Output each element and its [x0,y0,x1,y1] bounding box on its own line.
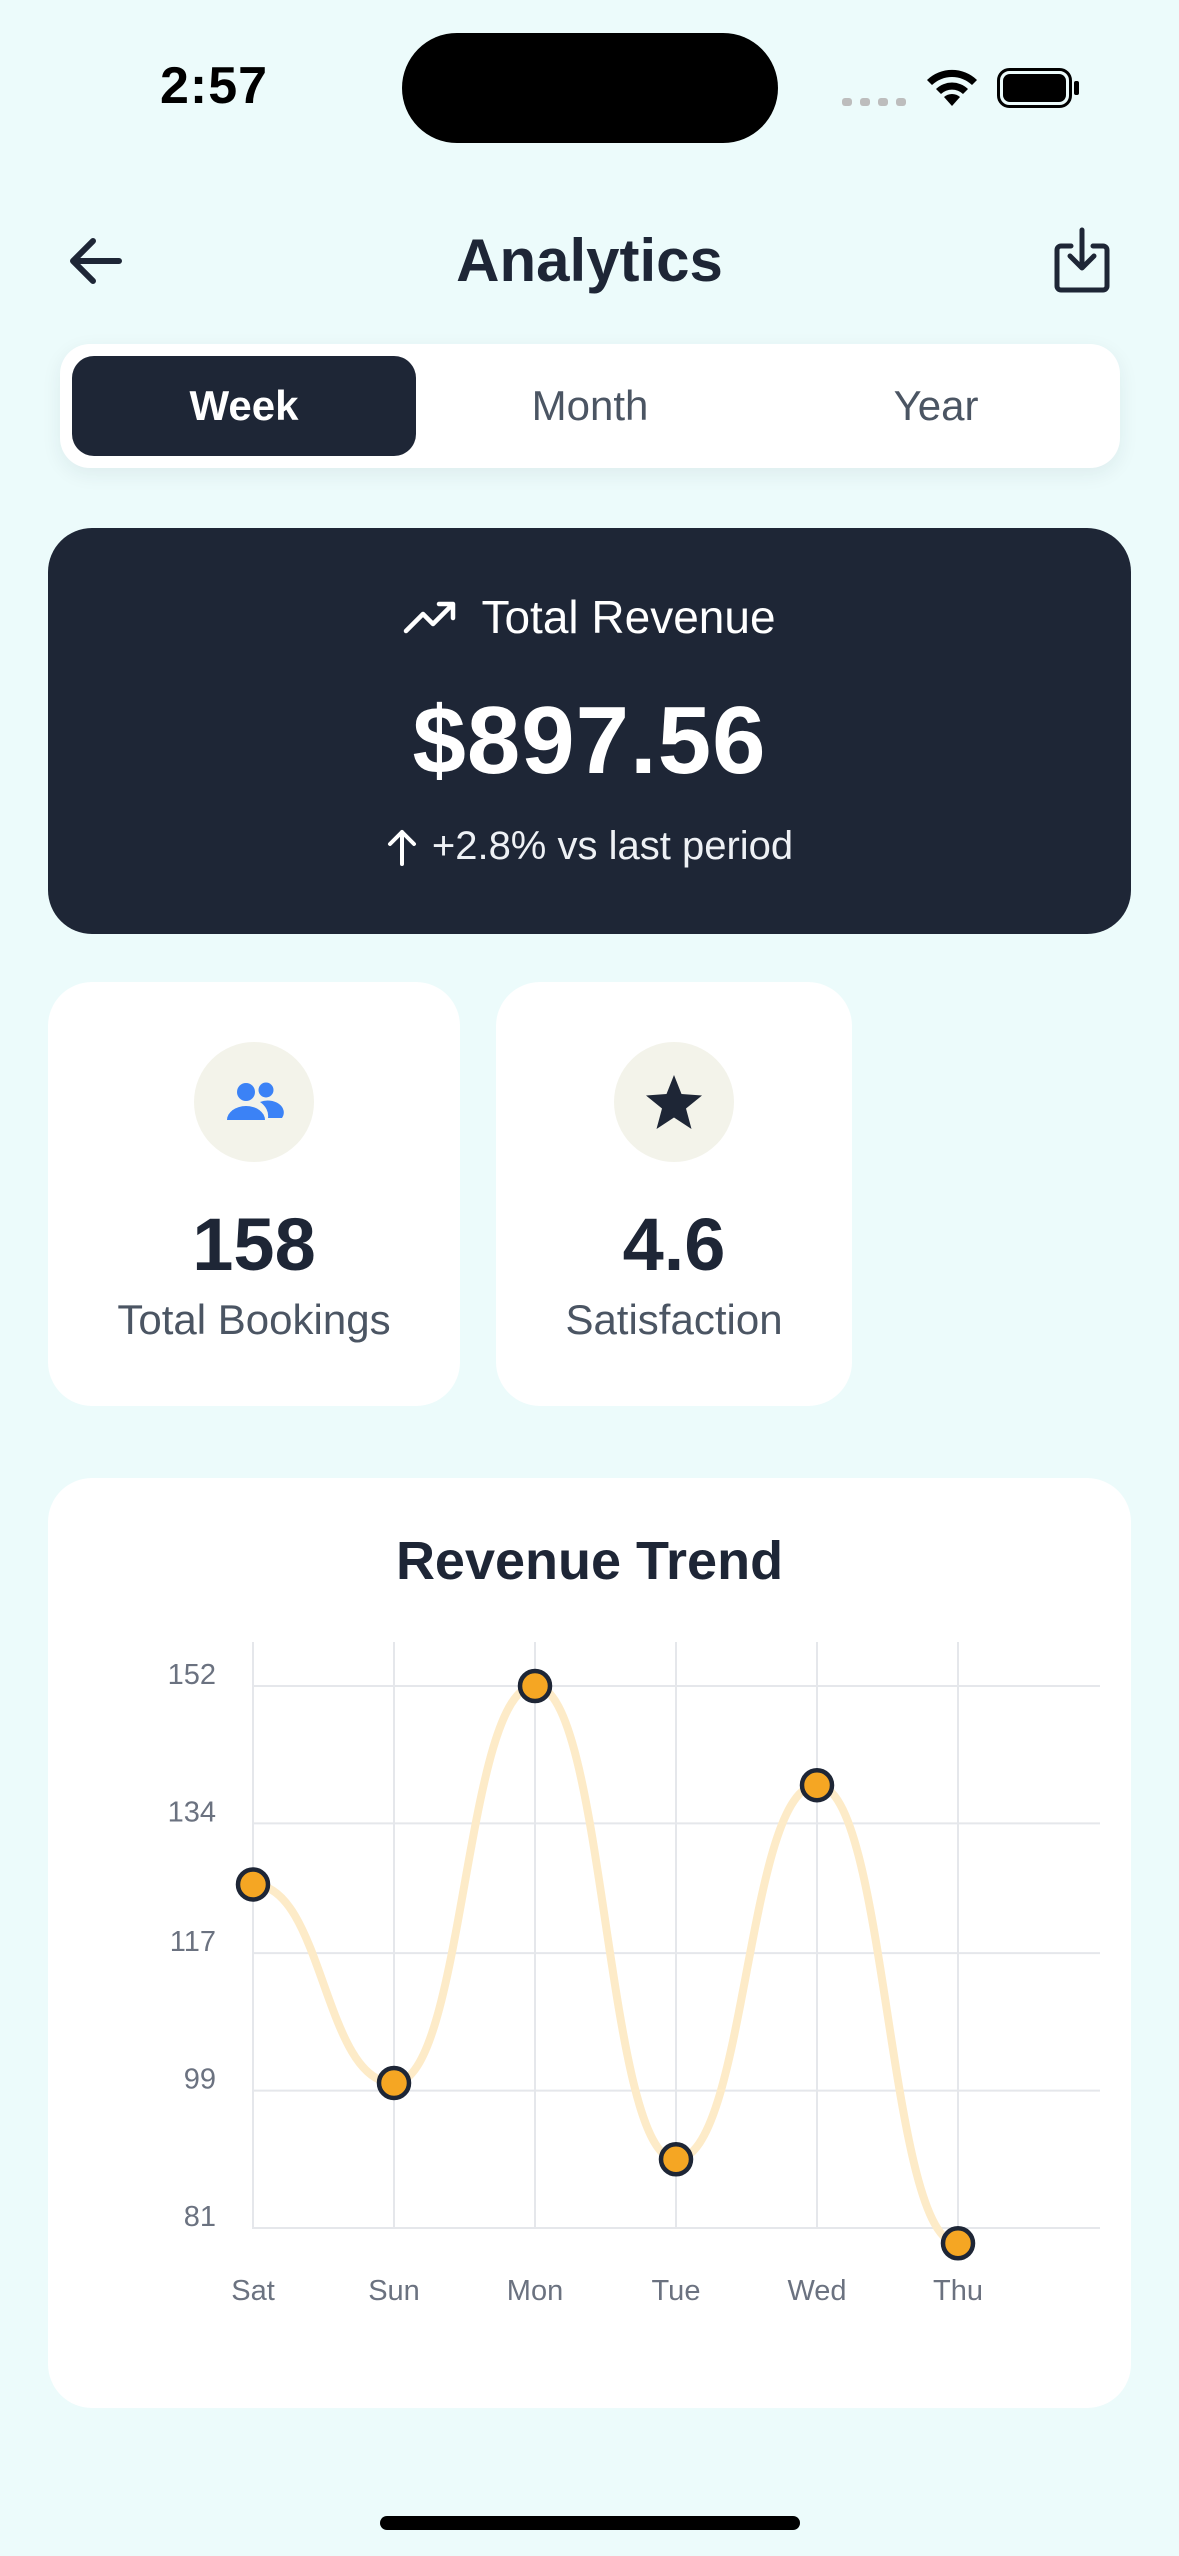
period-selector: Week Month Year [60,344,1120,468]
export-button[interactable] [1044,222,1120,298]
x-tick-label: Sun [368,2275,420,2307]
revenue-amount: $897.56 [412,687,767,794]
star-icon-badge [614,1042,734,1162]
x-tick-label: Wed [787,2275,846,2307]
revenue-trend-card: Revenue Trend 152 134 117 99 81 Sat Sun Mon Tue W… [48,1478,1131,2408]
data-point-mon [517,1668,553,1704]
tab-week[interactable]: Week [72,356,416,456]
x-tick-label: Tue [652,2275,701,2307]
users-icon-badge [194,1042,314,1162]
satisfaction-card: 4.6 Satisfaction [496,982,852,1406]
back-button[interactable] [60,226,130,296]
y-tick-label: 99 [184,2064,216,2096]
bookings-label: Total Bookings [117,1296,391,1343]
data-point-sat [235,1867,271,1902]
revenue-line [249,1681,962,2248]
users-icon [227,1082,284,1120]
revenue-label: Total Revenue [481,591,776,643]
battery-icon [997,68,1079,108]
y-tick-label: 117 [170,1926,216,1958]
arrow-left-icon [70,238,122,284]
status-time: 2:57 [160,57,269,115]
tab-year[interactable]: Year [764,356,1108,456]
x-tick-label: Sat [231,2275,275,2307]
x-tick-label: Mon [507,2275,563,2307]
wifi-icon [927,69,977,106]
data-point-sun [376,2065,412,2101]
cellular-signal-icon [842,98,906,106]
download-icon [1054,227,1110,293]
data-point-tue [658,2142,694,2177]
tab-month[interactable]: Month [418,356,762,456]
y-tick-label: 134 [168,1796,216,1828]
trending-up-icon [404,601,456,634]
satisfaction-label: Satisfaction [565,1296,783,1343]
home-indicator[interactable] [380,2516,800,2530]
revenue-change: +2.8% vs last period [431,824,794,868]
revenue-trend-chart: 152 134 117 99 81 Sat Sun Mon Tue Wed Thu [168,1642,1100,2307]
page-title: Analytics [456,227,723,294]
total-bookings-card: 158 Total Bookings [48,982,460,1406]
arrow-up-icon [387,829,416,866]
bookings-value: 158 [192,1203,316,1286]
y-tick-label: 81 [184,2201,216,2233]
data-point-thu [940,2226,976,2261]
dynamic-island [402,33,778,143]
data-point-wed [799,1767,835,1803]
x-tick-label: Thu [933,2275,983,2307]
star-icon [646,1075,702,1129]
satisfaction-value: 4.6 [622,1203,726,1286]
total-revenue-card: Total Revenue $897.56 +2.8% vs last peri… [48,528,1131,934]
y-tick-label: 152 [168,1659,216,1691]
